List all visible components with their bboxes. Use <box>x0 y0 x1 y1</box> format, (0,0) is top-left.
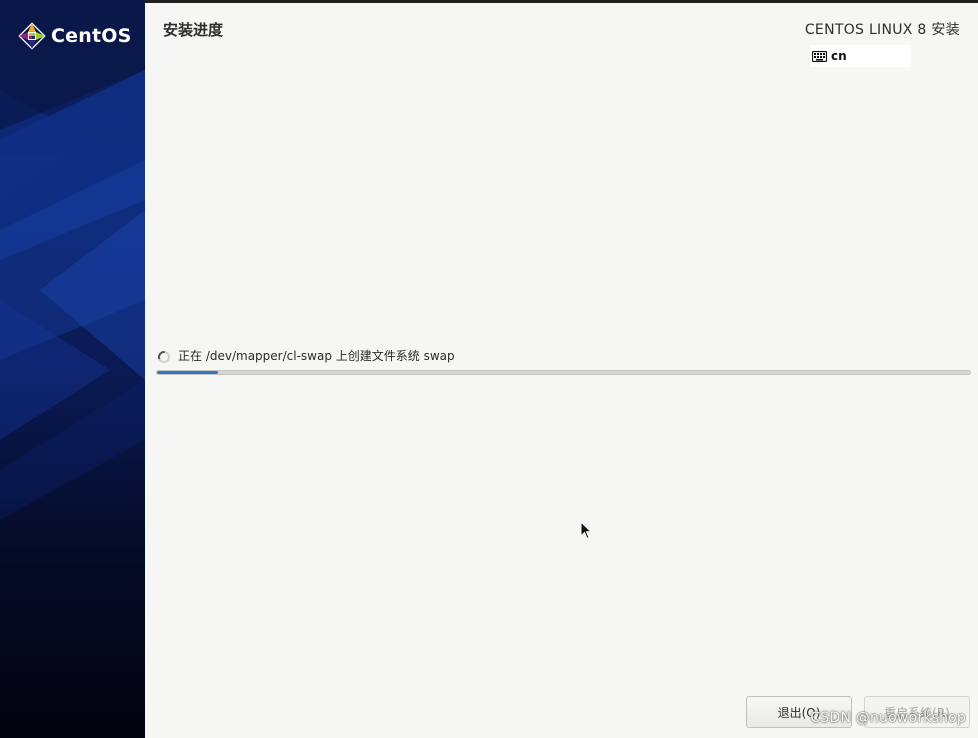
mouse-pointer-icon <box>580 520 593 544</box>
main-content: 安装进度 CENTOS LINUX 8 安装 cn 正在 /dev/mapper… <box>145 0 978 738</box>
centos-logo-icon <box>18 22 46 50</box>
sidebar-background <box>0 0 145 520</box>
keyboard-layout-label: cn <box>831 49 847 63</box>
page-title: 安装进度 <box>163 21 224 39</box>
keyboard-layout-indicator[interactable]: cn <box>810 45 911 67</box>
centos-logo: CentOS <box>18 22 131 50</box>
installer-window: CentOS 安装进度 CENTOS LINUX 8 安装 cn 正在 /dev… <box>0 0 978 738</box>
watermark: CSDN @nuoworkshop <box>810 710 966 726</box>
logo-text: CentOS <box>51 25 132 47</box>
keyboard-icon <box>812 50 827 62</box>
spinner-icon <box>157 349 171 363</box>
status-text: 正在 /dev/mapper/cl-swap 上创建文件系统 swap <box>178 349 455 363</box>
sidebar: CentOS <box>0 0 145 738</box>
product-title: CENTOS LINUX 8 安装 <box>804 22 960 38</box>
progress-fill <box>157 371 218 374</box>
progress-status: 正在 /dev/mapper/cl-swap 上创建文件系统 swap <box>157 347 455 364</box>
install-progress-bar <box>156 370 971 375</box>
